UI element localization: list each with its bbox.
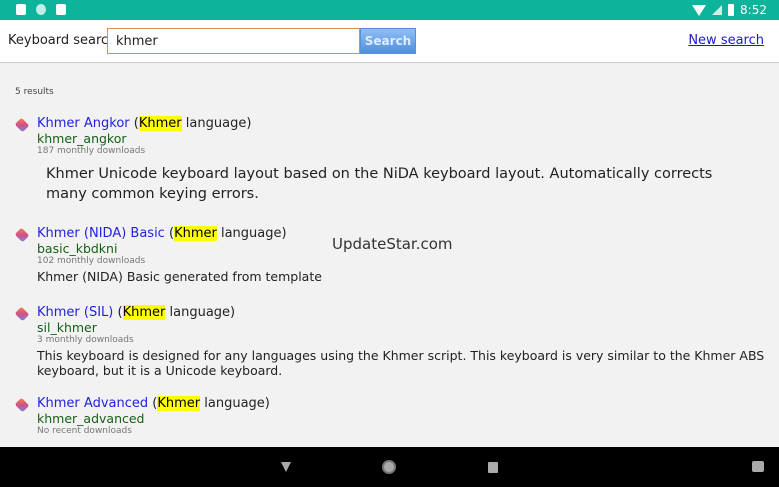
result-item: Khmer Advanced (Khmer language) khmer_ad… [14,396,270,436]
result-title-link[interactable]: Khmer Advanced [37,396,148,411]
notification-icon [16,4,26,15]
battery-icon [728,4,735,16]
signal-icon [712,5,723,15]
result-title-link[interactable]: Khmer (SIL) [37,305,113,320]
result-title-link[interactable]: Khmer Angkor [37,116,130,131]
recents-icon[interactable] [488,462,498,473]
result-item: Khmer (SIL) (Khmer language) sil_khmer 3… [14,305,767,378]
navigation-bar [0,447,779,487]
highlight: Khmer [138,116,182,131]
keyboard-id: khmer_angkor [37,131,127,146]
description: Khmer Unicode keyboard layout based on t… [46,166,713,202]
back-icon[interactable] [281,462,291,472]
lang-label: language) [165,305,236,320]
keyboard-id: basic_kbdkni [37,241,118,256]
downloads: 102 monthly downloads [37,256,146,266]
search-input[interactable] [107,28,360,54]
lang-label: language) [216,226,287,241]
sync-icon [36,4,46,15]
sd-card-icon [56,4,66,15]
downloads: 187 monthly downloads [37,146,146,156]
lang-label: language) [181,116,252,131]
highlight: Khmer [122,305,166,320]
result-item: Khmer Angkor (Khmer language) khmer_angk… [14,116,756,204]
search-header: Keyboard search: Search New search [0,20,779,63]
wifi-icon [692,4,707,16]
search-button[interactable]: Search [360,28,416,54]
new-search-link[interactable]: New search [688,33,764,48]
results-count: 5 results [15,87,54,97]
result-item: Khmer (NIDA) Basic (Khmer language) basi… [14,226,767,284]
lang-label: language) [200,396,270,411]
description: Khmer (NIDA) Basic generated from templa… [37,269,322,284]
home-icon[interactable] [382,460,396,474]
downloads: 3 monthly downloads [37,335,134,345]
keyboard-id: khmer_advanced [37,411,145,426]
highlight: Khmer [174,226,217,241]
downloads: No recent downloads [37,426,132,436]
lang-open: ( [117,305,123,320]
result-title-link[interactable]: Khmer (NIDA) Basic [37,226,165,241]
search-label: Keyboard search: [8,33,121,48]
clock: 8:52 [740,3,767,17]
status-bar: 8:52 [0,0,779,20]
keyboard-id: sil_khmer [37,320,97,335]
keyboard-switch-icon[interactable] [752,461,764,472]
description: This keyboard is designed for any langua… [37,348,765,378]
highlight: Khmer [157,396,201,411]
